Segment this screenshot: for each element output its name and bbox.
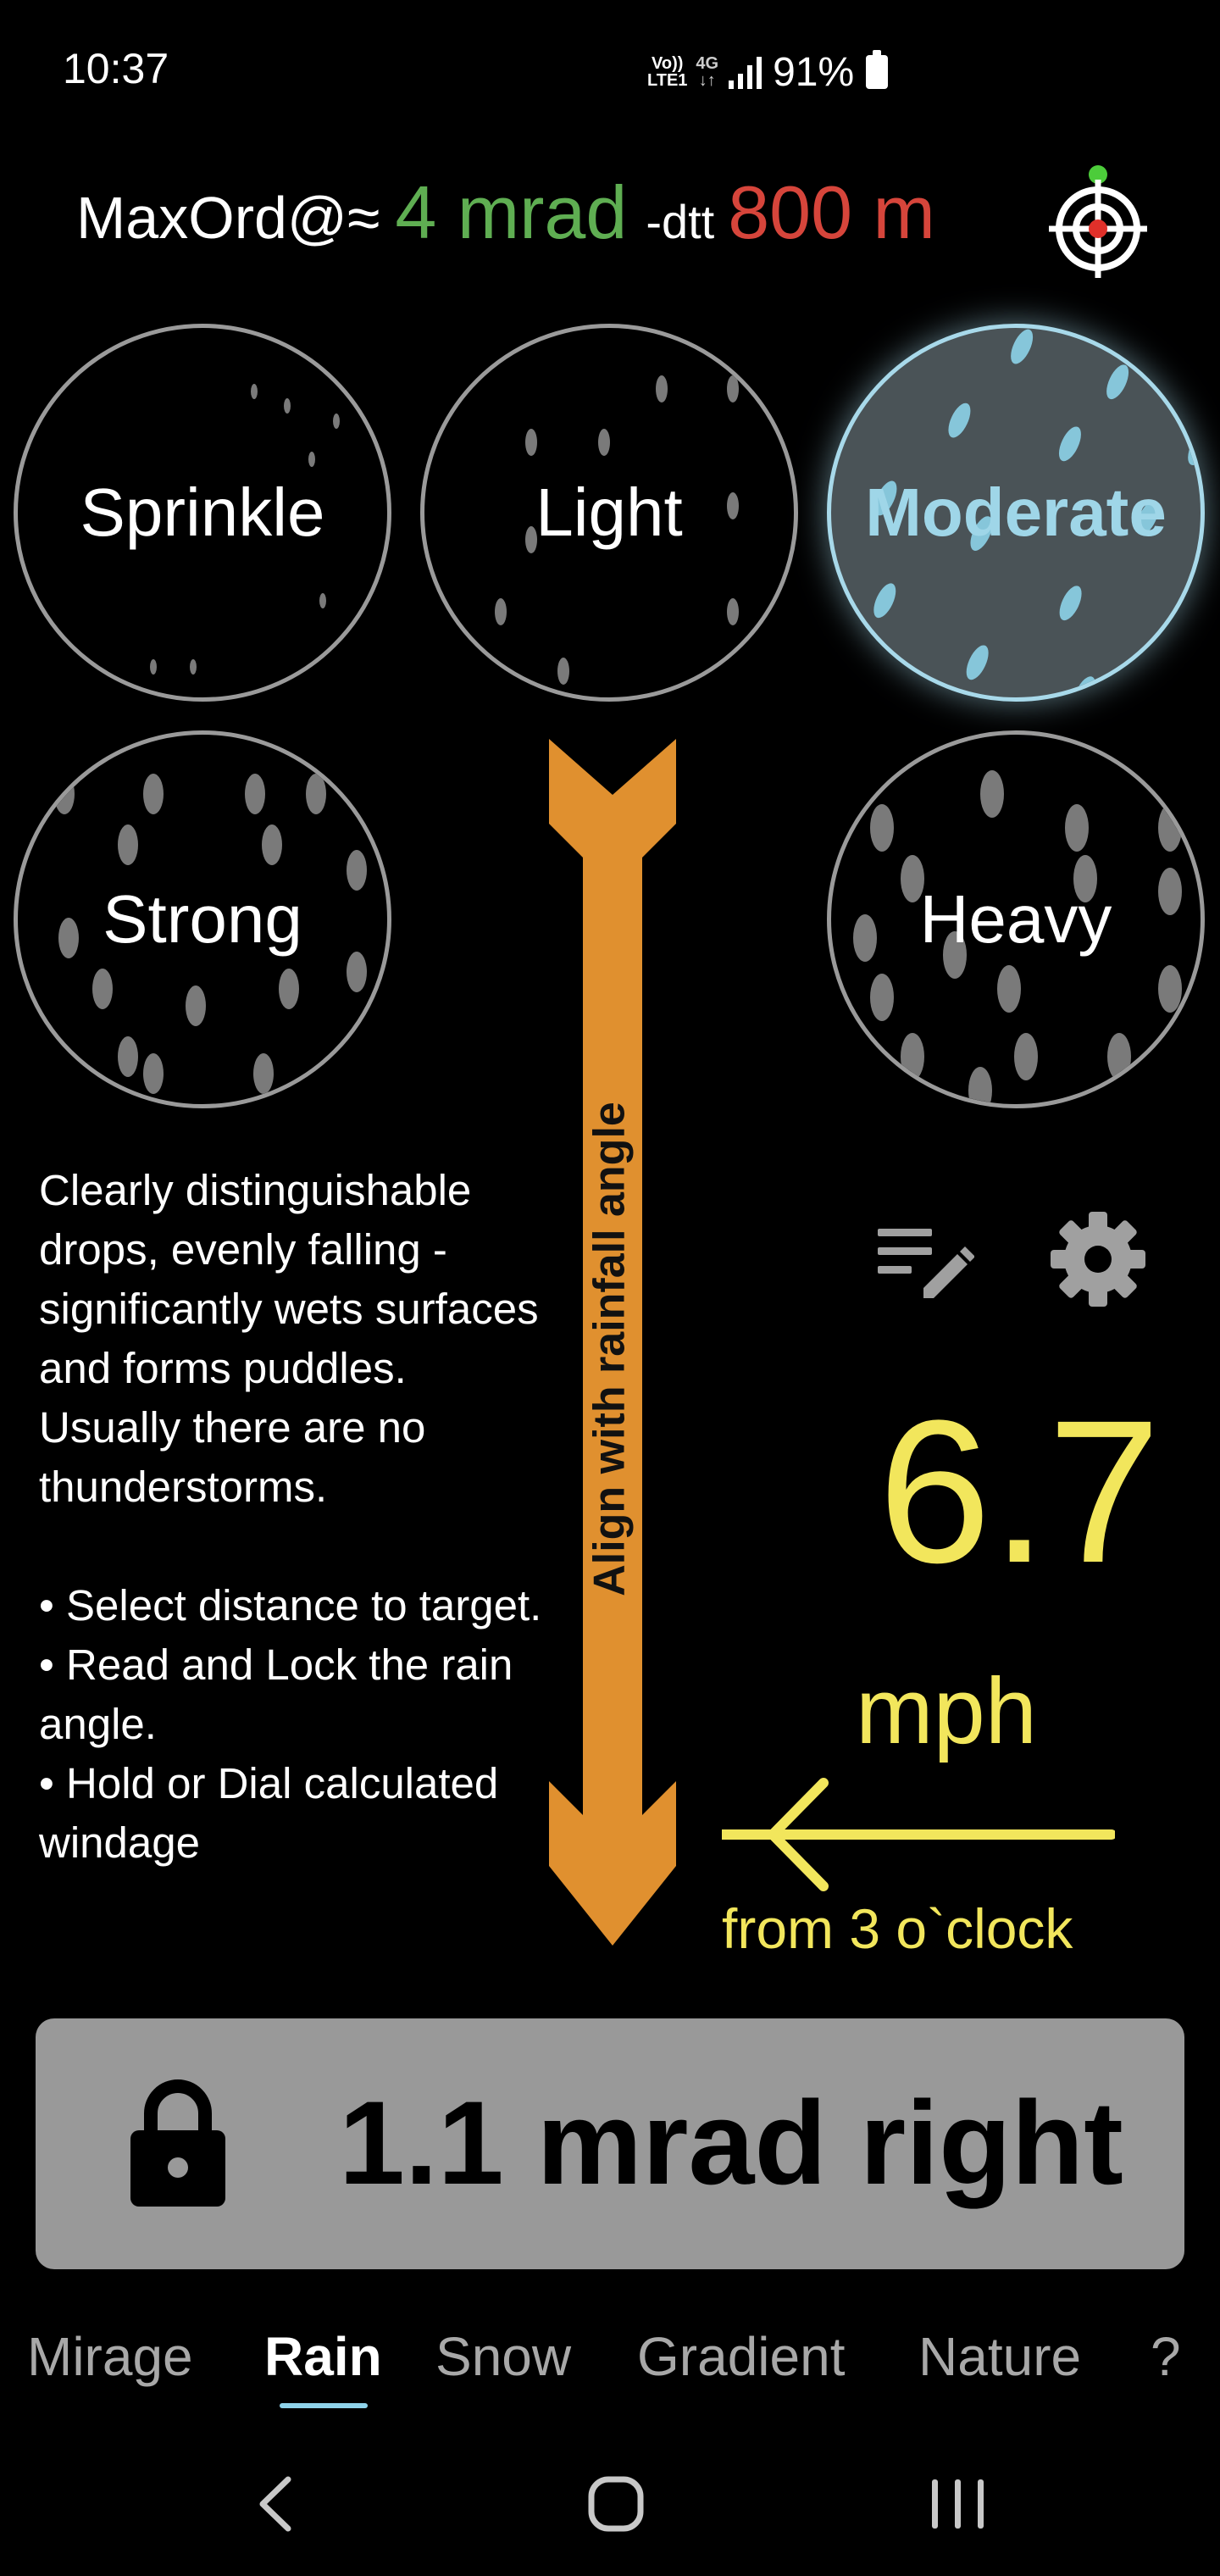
wind-speed-value: 6.7	[878, 1378, 1161, 1605]
battery-icon	[866, 50, 889, 89]
dtt-label: -dtt	[646, 195, 715, 248]
intensity-heavy-button[interactable]: Heavy	[827, 730, 1205, 1108]
max-ordinate-header: MaxOrd@≈ 4 mrad -dtt 800 m	[76, 169, 935, 263]
rainfall-angle-arrow[interactable]: Align with rainfall angle	[549, 739, 676, 1946]
instruction-step: • Read and Lock the rain angle.	[39, 1641, 513, 1748]
active-tab-indicator	[280, 2403, 368, 2408]
intensity-moderate-button[interactable]: Moderate	[827, 324, 1205, 702]
instruction-step: • Hold or Dial calculated windage	[39, 1759, 499, 1867]
crosshair-target-icon[interactable]	[1049, 163, 1147, 278]
intensity-label: Sprinkle	[80, 475, 325, 550]
lock-icon[interactable]	[127, 2079, 229, 2207]
tab-mirage[interactable]: Mirage	[27, 2325, 193, 2388]
intensity-strong-button[interactable]: Strong	[14, 730, 391, 1108]
arrow-left-icon	[722, 1778, 1115, 1891]
instruction-step: • Select distance to target.	[39, 1581, 542, 1629]
status-indicators: Vo)) LTE1 4G ↓↑ 91%	[647, 44, 889, 100]
rainfall-angle-label: Align with rainfall angle	[585, 1102, 635, 1596]
volte-indicator: Vo)) LTE1	[647, 54, 688, 90]
intensity-light-button[interactable]: Light	[420, 324, 798, 702]
intensity-label: Heavy	[919, 881, 1112, 957]
back-icon[interactable]	[254, 2474, 297, 2534]
description-text: Clearly distinguishable drops, evenly fa…	[39, 1166, 539, 1511]
battery-percent: 91%	[773, 49, 855, 95]
signal-icon	[729, 57, 762, 89]
intensity-label: Strong	[103, 881, 302, 957]
tab-nature[interactable]: Nature	[918, 2325, 1081, 2388]
max-ord-value: 4 mrad	[395, 170, 628, 254]
tab-help[interactable]: ?	[1151, 2325, 1181, 2388]
gear-icon[interactable]	[1047, 1208, 1149, 1310]
home-icon[interactable]	[586, 2474, 646, 2534]
network-type: 4G ↓↑	[696, 54, 719, 90]
windage-result: 1.1 mrad right	[339, 2076, 1123, 2209]
distance-value[interactable]: 800 m	[728, 169, 935, 256]
tab-gradient[interactable]: Gradient	[637, 2325, 845, 2388]
notes-edit-icon[interactable]	[874, 1220, 974, 1305]
intensity-sprinkle-button[interactable]: Sprinkle	[14, 324, 391, 702]
wind-speed-unit[interactable]: mph	[856, 1657, 1037, 1765]
intensity-label: Moderate	[865, 475, 1167, 550]
tab-rain[interactable]: Rain	[264, 2325, 382, 2388]
intensity-description: Clearly distinguishable drops, evenly fa…	[39, 1161, 547, 1873]
recents-icon[interactable]	[929, 2476, 988, 2532]
tab-snow[interactable]: Snow	[435, 2325, 571, 2388]
intensity-label: Light	[535, 475, 683, 550]
status-time: 10:37	[63, 45, 169, 92]
wind-direction-text: from 3 o`clock	[722, 1897, 1073, 1960]
max-ord-label: MaxOrd@≈	[76, 185, 380, 251]
